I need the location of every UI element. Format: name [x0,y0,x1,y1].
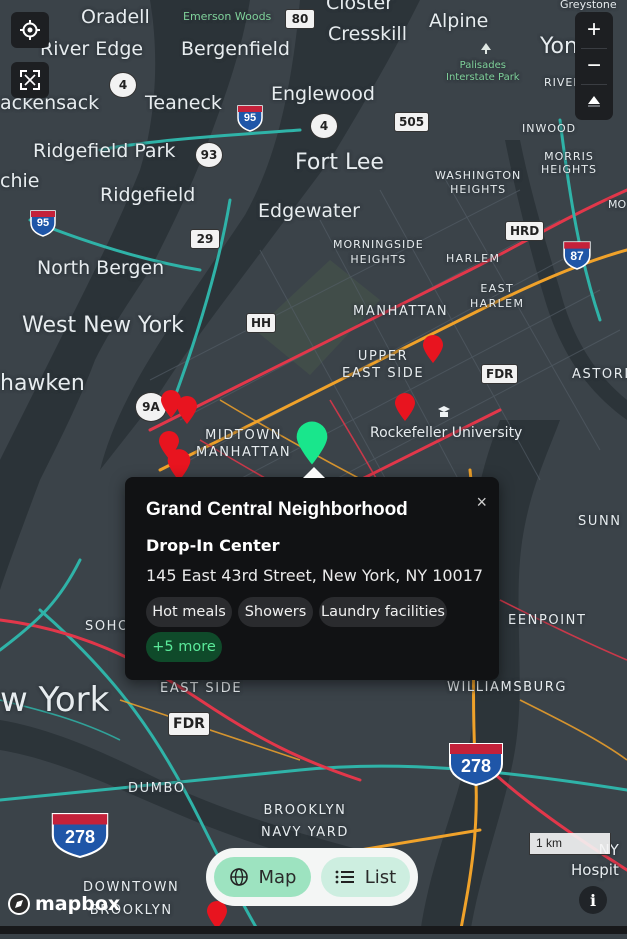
place-label: HARLEM [446,252,501,265]
route-shield: 4 [310,113,338,139]
place-label: INWOOD [522,122,577,135]
interstate-shield: 87 [562,240,592,275]
place-label: Englewood [271,83,375,105]
popup-title: Grand Central Neighborhood [146,499,408,520]
place-label: MORNINGSIDE HEIGHTS [333,238,424,266]
mapbox-mark-icon [8,893,30,915]
park-icon [480,42,492,60]
interstate-shield: 278 [50,812,110,863]
place-label: Cresskill [328,23,407,45]
map-view-button[interactable]: Map [214,857,311,897]
popup-address: 145 East 43rd Street, New York, NY 10017 [146,566,484,585]
geolocate-button[interactable] [11,12,49,48]
fullscreen-button[interactable] [11,62,49,98]
place-label: Fort Lee [295,150,384,175]
interstate-shield: 95 [29,209,57,242]
route-shield: FDR [168,712,210,736]
place-label: w York [0,680,110,720]
place-label: hawken [0,371,85,396]
route-shield: 80 [285,9,315,29]
popup-tail [303,467,325,478]
university-icon [437,405,451,424]
route-shield: HRD [505,221,545,241]
place-label: MO [608,198,627,211]
location-popup: × Grand Central Neighborhood Drop-In Cen… [125,467,499,680]
place-label: River Edge [40,38,144,60]
place-label: chie [0,170,40,192]
route-shield: FDR [481,364,519,384]
attribution-info-button[interactable]: i [579,886,607,914]
place-label: ASTORI [572,367,627,382]
zoom-in-button[interactable]: + [575,12,613,48]
poi-label: Rockefeller University [370,425,523,441]
map-view-label: Map [258,866,297,888]
location-marker[interactable] [394,392,416,427]
crosshair-icon [20,20,40,40]
place-label: Oradell [81,6,150,28]
place-label: SOHO [85,619,130,634]
place-label: SUNN [578,514,622,529]
service-chip: Showers [238,597,313,627]
place-label: Ridgefield [100,184,196,206]
interstate-shield: 278 [447,742,505,791]
popup-close-button[interactable]: × [476,492,487,513]
place-label: North Bergen [37,257,165,279]
view-toggle: Map List [206,848,418,906]
mapbox-logo-text: mapbox [35,893,121,915]
place-label: West New York [22,313,184,338]
park-label: Palisades Interstate Park [446,60,520,83]
popup-subtitle: Drop-In Center [146,536,280,555]
scale-bar: 1 km [529,833,611,855]
place-label: BROOKLYN NAVY YARD [261,803,350,840]
route-shield: 4 [109,72,137,98]
more-services-chip[interactable]: +5 more [146,632,222,662]
service-chip: Hot meals [146,597,232,627]
place-label: EAST HARLEM [470,282,525,310]
list-view-button[interactable]: List [321,857,410,897]
zoom-controls: + − [575,12,613,120]
compass-icon [588,96,600,107]
bottom-edge [0,926,627,934]
place-label: Closter [326,0,394,14]
place-label: UPPER EAST SIDE [342,349,425,381]
location-marker[interactable] [176,395,198,430]
place-label: Emerson Woods [183,10,272,23]
route-shield: 93 [195,142,223,168]
zoom-out-button[interactable]: − [575,48,613,84]
route-shield: HH [246,313,277,333]
place-label: MIDTOWN MANHATTAN [196,428,292,460]
place-label: Bergenfield [181,38,290,60]
place-label: Yon [540,34,578,59]
place-label: WASHINGTON HEIGHTS [435,169,522,196]
place-label: Alpine [429,10,489,32]
place-label: Edgewater [258,200,360,222]
place-label: Ridgefield Park [33,140,176,162]
place-label: DUMBO [128,781,186,796]
selected-location-marker[interactable] [294,420,330,471]
compass-button[interactable] [575,84,613,120]
location-marker[interactable] [422,334,444,369]
interstate-shield: 95 [236,104,264,137]
place-label: EENPOINT [508,613,587,628]
route-shield: 29 [190,229,220,249]
place-label: Greystone [560,0,617,11]
place-label: Teaneck [145,92,222,114]
route-shield: 505 [394,112,430,132]
place-label: WILLIAMSBURG [447,680,568,695]
place-label: MANHATTAN [353,304,449,319]
list-icon [335,870,354,884]
globe-icon [229,868,248,886]
list-view-label: List [364,866,397,888]
mapbox-logo[interactable]: mapbox [8,893,120,915]
expand-icon [20,70,40,90]
place-label: MORRIS HEIGHTS [541,150,597,176]
service-chip: Laundry facilities [319,597,447,627]
place-label: EAST SIDE [160,681,243,696]
